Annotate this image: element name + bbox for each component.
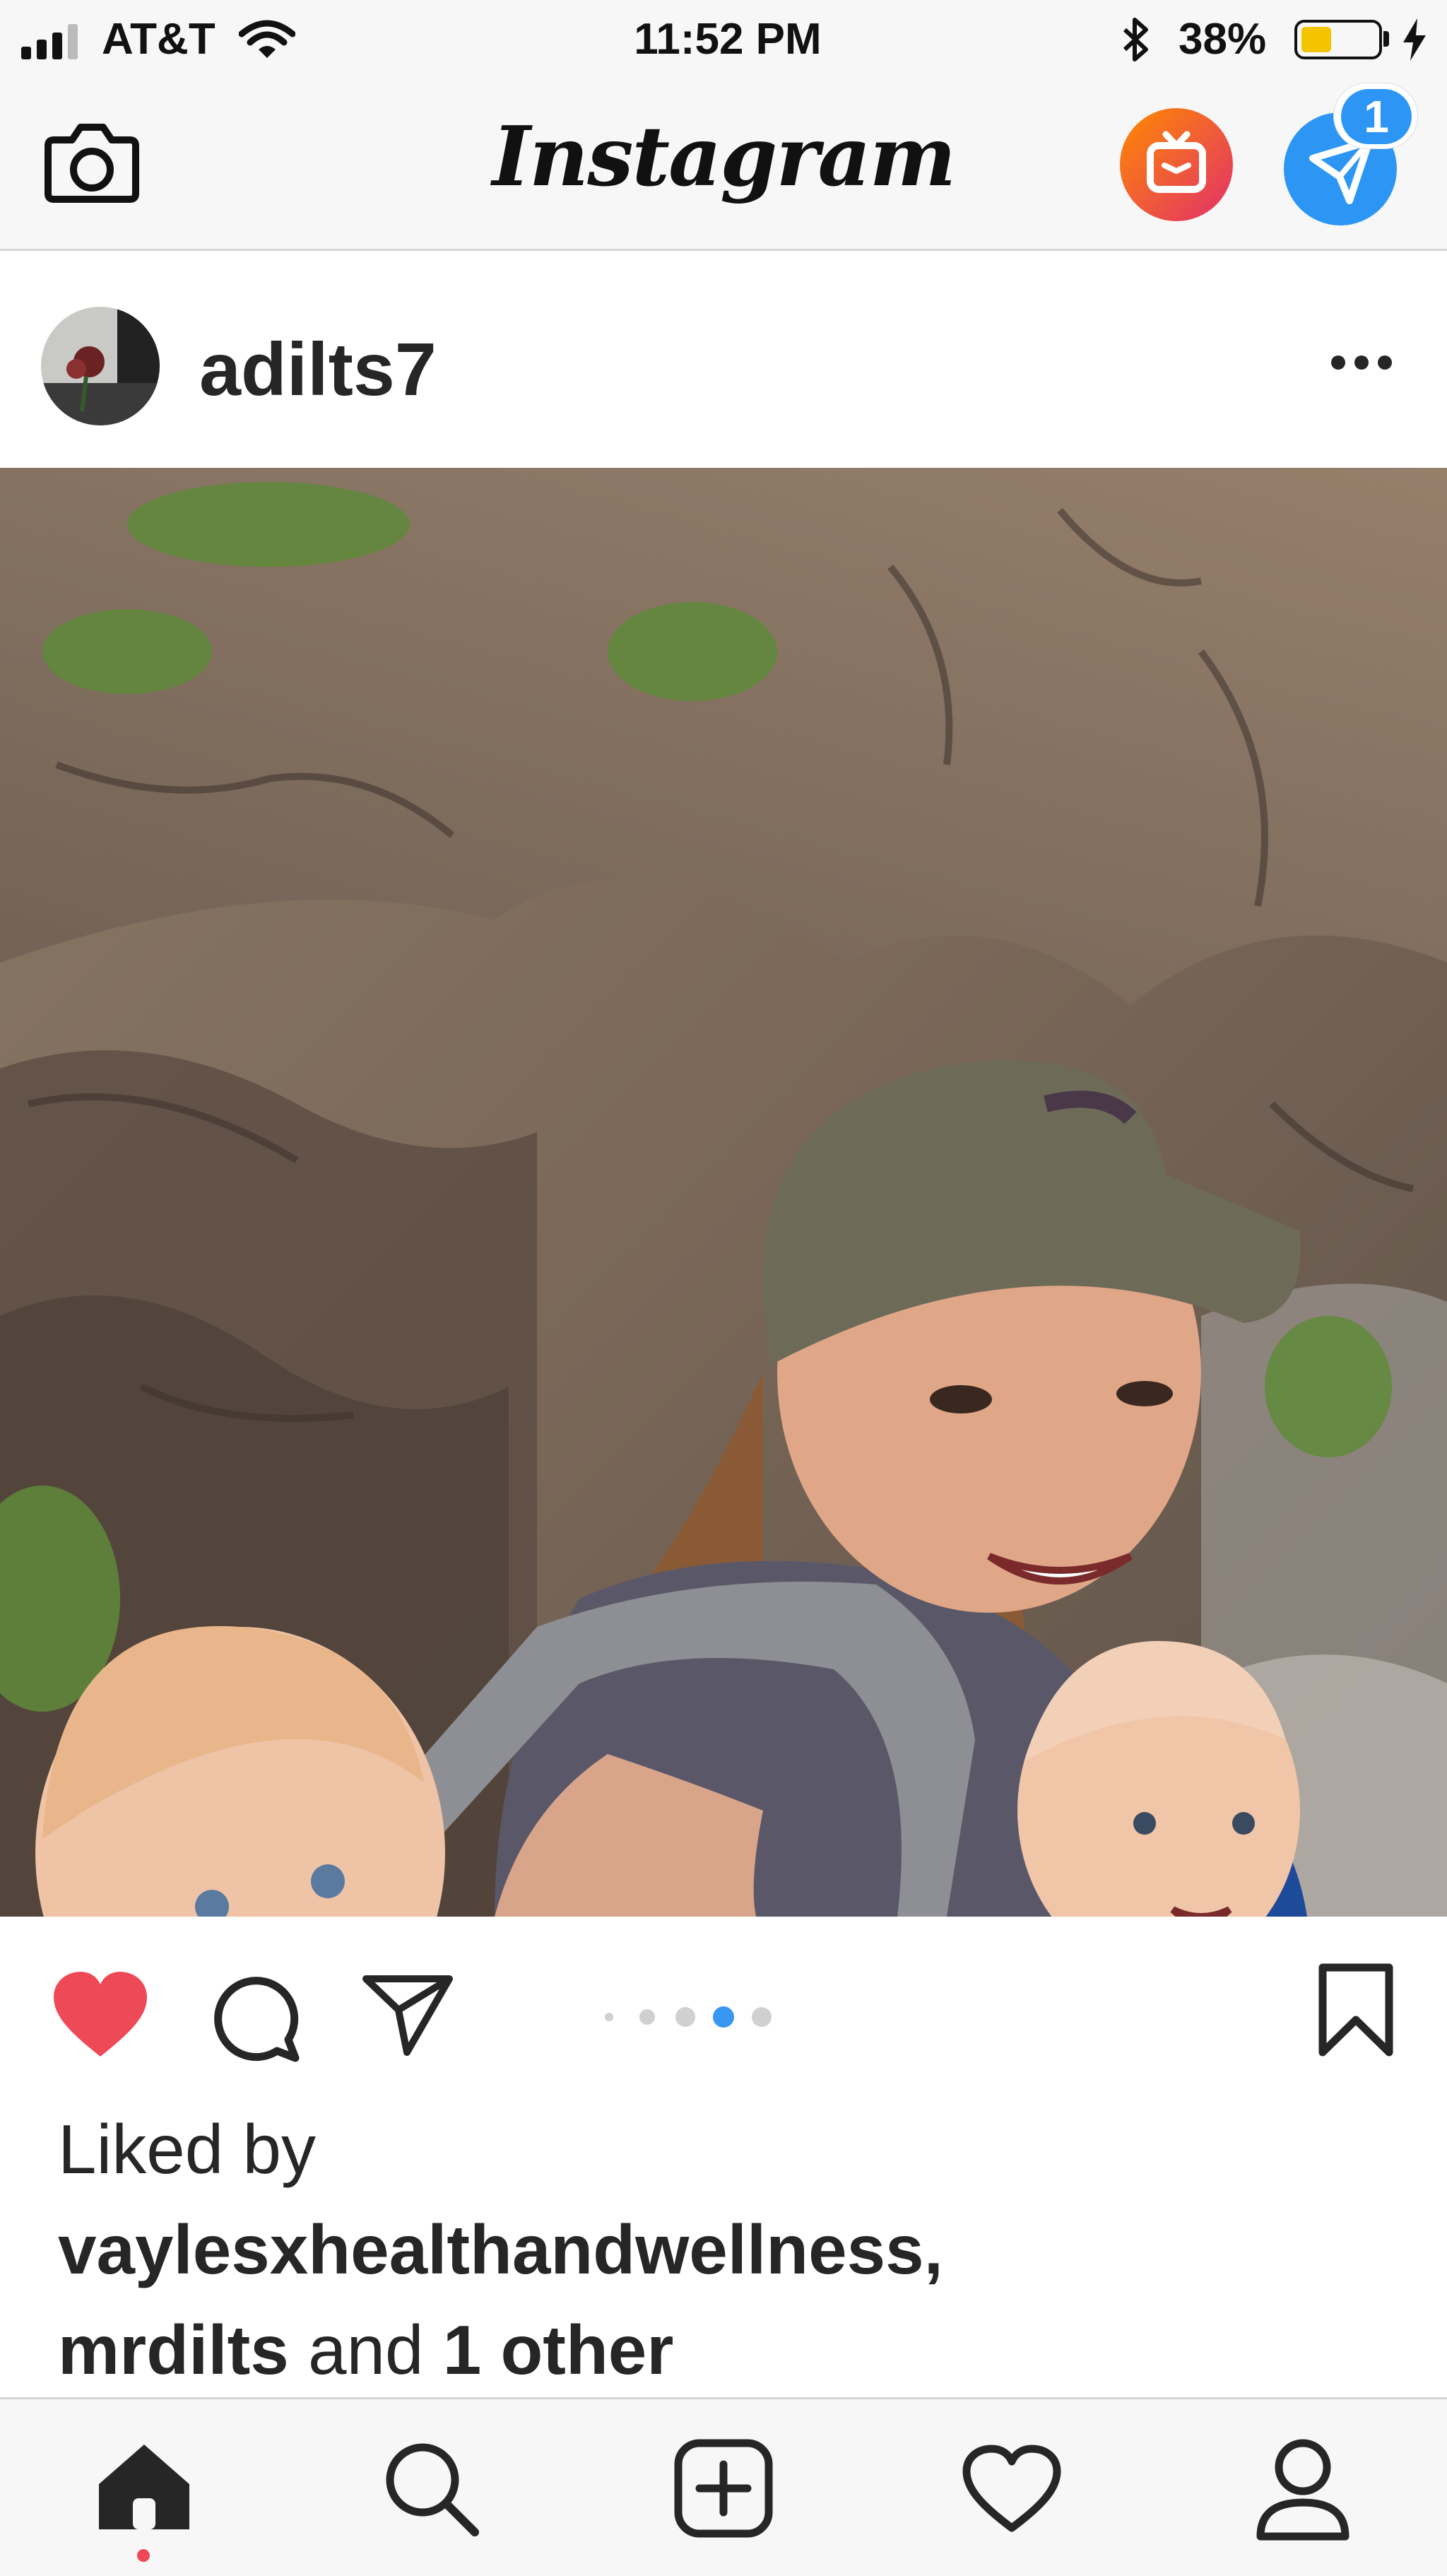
- post-header: adilts7: [0, 260, 1447, 466]
- carrier-label: AT&T: [102, 15, 215, 64]
- heart-icon[interactable]: [51, 1970, 150, 2058]
- comment-icon[interactable]: [209, 1972, 301, 2064]
- liked-user-link[interactable]: vaylesxhealthandwellness,: [58, 2211, 943, 2288]
- more-options-icon[interactable]: [1330, 352, 1393, 373]
- bluetooth-icon: [1123, 18, 1148, 61]
- signal-strength-icon: [21, 24, 78, 59]
- activity-heart-icon[interactable]: [962, 2445, 1061, 2532]
- profile-icon[interactable]: [1255, 2437, 1351, 2541]
- liked-by-joiner: and: [307, 2311, 424, 2389]
- igtv-icon[interactable]: [1118, 106, 1235, 223]
- post-photo-image: [0, 468, 1447, 1917]
- liked-others-link[interactable]: 1 other: [443, 2311, 674, 2389]
- charging-bolt-icon: [1403, 18, 1426, 61]
- carousel-indicator: [593, 2003, 791, 2031]
- home-icon[interactable]: [96, 2442, 192, 2532]
- bookmark-icon[interactable]: [1317, 1963, 1395, 2057]
- battery-cap: [1383, 31, 1389, 47]
- post-photo[interactable]: [0, 468, 1447, 1917]
- clock: 11:52 PM: [634, 15, 822, 64]
- add-post-icon[interactable]: [674, 2439, 773, 2538]
- notification-dot: [137, 2549, 150, 2562]
- share-icon[interactable]: [362, 1972, 454, 2057]
- battery-icon: [1294, 20, 1382, 59]
- likes-summary: Liked by vaylesxhealthandwellness, mrdil…: [58, 2099, 1400, 2400]
- notification-badge: 1: [1341, 89, 1412, 144]
- avatar[interactable]: [40, 305, 161, 427]
- post-action-bar: [0, 1917, 1447, 2100]
- status-bar: AT&T 11:52 PM 38%: [0, 0, 1447, 79]
- battery-percent: 38%: [1179, 15, 1267, 64]
- liked-user-link[interactable]: mrdilts: [58, 2311, 289, 2389]
- wifi-icon: [239, 20, 295, 58]
- post-username[interactable]: adilts7: [199, 331, 437, 408]
- top-nav-bar: Instagram 1: [0, 79, 1447, 251]
- bottom-tab-bar: [0, 2397, 1447, 2576]
- liked-by-label: Liked by: [58, 2110, 317, 2188]
- search-icon[interactable]: [382, 2439, 480, 2538]
